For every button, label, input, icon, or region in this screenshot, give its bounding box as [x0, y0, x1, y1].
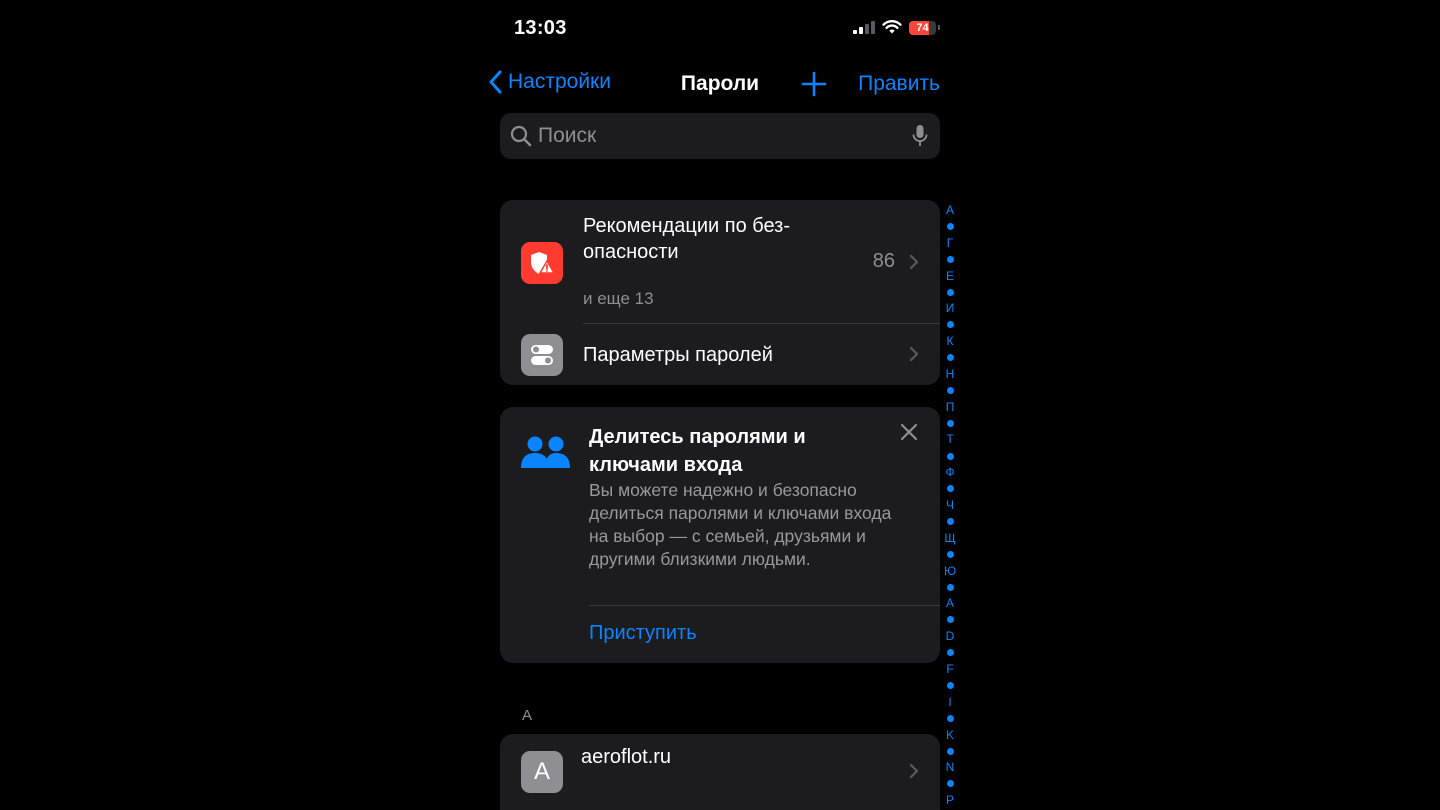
index-letter[interactable]: Н [946, 366, 955, 382]
index-dot[interactable] [946, 317, 954, 333]
index-dot[interactable] [946, 579, 954, 595]
index-dot[interactable] [946, 645, 954, 661]
index-letter[interactable]: К [947, 333, 954, 349]
index-dot[interactable] [946, 350, 954, 366]
plus-icon [801, 71, 827, 97]
list-item[interactable]: A aeroflot.ru [500, 734, 940, 810]
site-title: aeroflot.ru [581, 746, 672, 768]
index-dot[interactable] [946, 415, 954, 431]
index-dot[interactable] [946, 448, 954, 464]
index-dot[interactable] [946, 251, 954, 267]
index-dot[interactable] [946, 612, 954, 628]
index-letter[interactable]: N [946, 759, 955, 775]
password-list: A aeroflot.ru [500, 734, 940, 810]
index-dot[interactable] [946, 284, 954, 300]
index-dot[interactable] [946, 513, 954, 529]
battery-level: 74 [916, 21, 929, 34]
get-started-button[interactable]: Приступить [589, 622, 697, 645]
index-letter[interactable]: Ч [946, 497, 954, 513]
share-title: Делитесь паролями и ключами входа [589, 426, 806, 476]
index-letter[interactable]: Т [946, 431, 953, 447]
index-letter[interactable]: И [946, 300, 955, 316]
toggles-icon [521, 334, 563, 376]
index-letter[interactable]: D [946, 628, 955, 644]
index-letter[interactable]: Г [947, 235, 954, 251]
share-passwords-card: Делитесь паролями и ключами входа Вы мож… [500, 407, 940, 663]
security-card: Рекомендации по без-опасности 86 и еще 1… [500, 200, 940, 385]
security-shield-icon [521, 242, 563, 284]
index-letter[interactable]: I [948, 694, 951, 710]
close-icon[interactable] [900, 423, 918, 441]
search-input[interactable] [538, 124, 912, 148]
security-recommendations-title: Рекомендации по без-опасности [583, 215, 791, 263]
chevron-right-icon [909, 254, 919, 270]
add-password-button[interactable] [801, 71, 827, 102]
status-icons: 74 [853, 20, 940, 35]
index-letter[interactable]: A [946, 595, 954, 611]
password-options-row[interactable]: Параметры паролей [500, 324, 940, 385]
password-options-title: Параметры паролей [583, 344, 773, 366]
index-dot[interactable] [946, 776, 954, 792]
index-dot[interactable] [946, 710, 954, 726]
search-icon [510, 125, 532, 147]
wifi-icon [882, 20, 902, 34]
search-bar[interactable] [500, 113, 940, 159]
battery-cap [938, 25, 940, 30]
cellular-signal-icon [853, 21, 875, 34]
security-count: 86 [872, 250, 895, 272]
row-separator [589, 605, 940, 606]
security-subtitle: и еще 13 [583, 289, 654, 308]
index-dot[interactable] [946, 546, 954, 562]
index-dot[interactable] [946, 218, 954, 234]
index-letter[interactable]: P [946, 792, 954, 808]
index-letter[interactable]: А [946, 202, 954, 218]
battery-icon: 74 [909, 20, 936, 35]
index-letter[interactable]: Щ [944, 530, 955, 546]
index-letter[interactable]: Ю [944, 563, 956, 579]
index-dot[interactable] [946, 677, 954, 693]
index-letter[interactable]: П [946, 399, 955, 415]
index-letter[interactable]: Ф [945, 464, 954, 480]
chevron-right-icon [909, 763, 919, 779]
index-dot[interactable] [946, 743, 954, 759]
index-dot[interactable] [946, 382, 954, 398]
index-letter[interactable]: K [946, 727, 954, 743]
status-time: 13:03 [514, 17, 567, 39]
chevron-right-icon [909, 346, 919, 362]
section-header: A [522, 707, 533, 724]
site-letter-avatar: A [521, 751, 563, 793]
share-description: Вы можете надежно и безопасно делиться п… [589, 480, 892, 569]
edit-button[interactable]: Править [858, 72, 940, 96]
alphabet-index[interactable]: А Г ЕИ К Н ПТ Ф Ч Щ ЮA D F I KN P [939, 202, 960, 808]
phone-screen: 13:03 74 Настройки Пароли Править Поиск … [480, 0, 960, 810]
index-letter[interactable]: F [946, 661, 953, 677]
site-letter: A [533, 758, 550, 785]
security-recommendations-row[interactable]: Рекомендации по без-опасности 86 и еще 1… [500, 200, 940, 323]
index-letter[interactable]: Е [946, 268, 954, 284]
microphone-icon[interactable] [912, 124, 928, 148]
index-dot[interactable] [946, 481, 954, 497]
people-icon [521, 436, 570, 468]
